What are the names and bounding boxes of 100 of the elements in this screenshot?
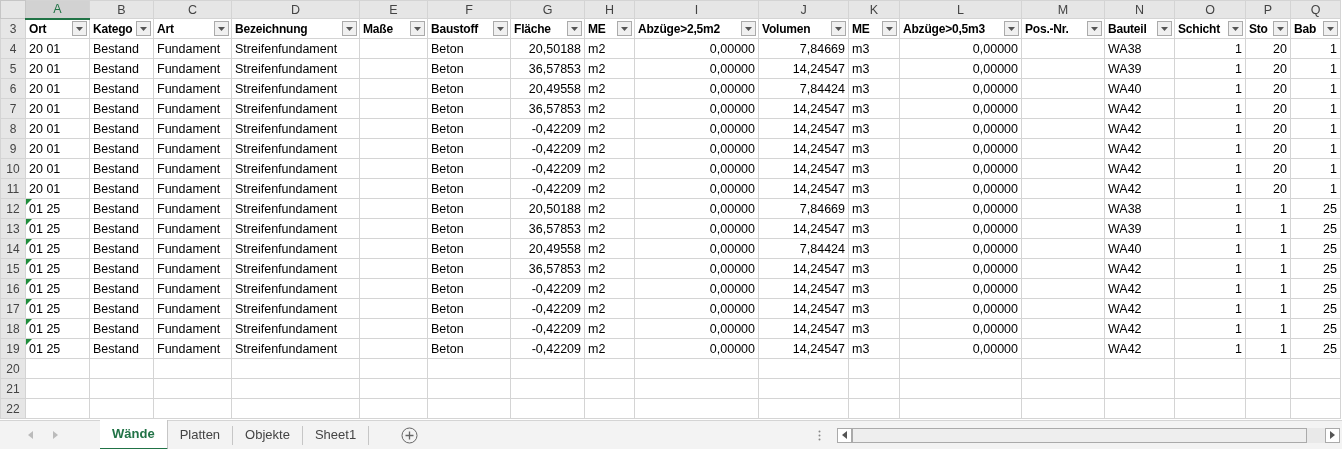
table-cell: Fundament [157, 121, 221, 136]
table-cell: m3 [852, 41, 870, 56]
add-sheet-icon[interactable] [401, 426, 419, 444]
column-header[interactable]: M [1021, 0, 1105, 19]
column-header[interactable]: K [848, 0, 900, 19]
error-indicator-icon[interactable] [26, 199, 32, 205]
column-header[interactable]: L [899, 0, 1022, 19]
error-indicator-icon[interactable] [26, 239, 32, 245]
column-header[interactable]: A [25, 0, 90, 19]
filter-dropdown-button[interactable] [1228, 21, 1243, 36]
table-cell: m2 [588, 41, 606, 56]
filter-dropdown-button[interactable] [342, 21, 357, 36]
table-cell: 0,00000 [709, 41, 755, 56]
sheet-tab[interactable]: Objekte [233, 425, 303, 445]
filter-dropdown-button[interactable] [831, 21, 846, 36]
scroll-left-button[interactable] [837, 427, 853, 443]
row-header[interactable]: 10 [0, 158, 26, 179]
filter-dropdown-button[interactable] [1004, 21, 1019, 36]
table-cell: Beton [431, 121, 464, 136]
row-header[interactable]: 3 [0, 18, 26, 39]
error-indicator-icon[interactable] [26, 259, 32, 265]
column-header[interactable]: P [1245, 0, 1291, 19]
filter-dropdown-button[interactable] [567, 21, 582, 36]
error-indicator-icon[interactable] [26, 219, 32, 225]
table-cell: Beton [431, 341, 464, 356]
scrollbar-thumb[interactable] [852, 427, 1308, 443]
column-header[interactable]: B [89, 0, 154, 19]
table-cell: 01 25 [29, 281, 61, 296]
table-cell: 20,49558 [528, 241, 581, 256]
column-header[interactable]: Q [1290, 0, 1341, 19]
row-header[interactable]: 21 [0, 378, 26, 399]
filter-dropdown-button[interactable] [1323, 21, 1338, 36]
table-cell: 25 [1323, 321, 1337, 336]
row-header[interactable]: 9 [0, 138, 26, 159]
table-cell: WA42 [1108, 181, 1142, 196]
scroll-right-button[interactable] [1325, 427, 1340, 443]
row-header[interactable]: 4 [0, 38, 26, 59]
row-header[interactable]: 12 [0, 198, 26, 219]
table-cell: 14,24547 [792, 301, 845, 316]
row-header[interactable]: 11 [0, 178, 26, 199]
filter-dropdown-button[interactable] [1157, 21, 1172, 36]
filter-dropdown-button[interactable] [1087, 21, 1102, 36]
table-cell: 14,24547 [792, 121, 845, 136]
column-header[interactable]: E [359, 0, 428, 19]
row-header[interactable]: 14 [0, 238, 26, 259]
column-header[interactable]: J [758, 0, 849, 19]
row-header[interactable]: 20 [0, 358, 26, 379]
filter-dropdown-button[interactable] [617, 21, 632, 36]
row-header[interactable]: 8 [0, 118, 26, 139]
error-indicator-icon[interactable] [26, 299, 32, 305]
table-cell: 0,00000 [709, 261, 755, 276]
row-header[interactable]: 7 [0, 98, 26, 119]
sheet-tab[interactable]: Platten [167, 425, 234, 445]
error-indicator-icon[interactable] [26, 319, 32, 325]
table-cell: 01 25 [29, 341, 61, 356]
row-header[interactable]: 16 [0, 278, 26, 299]
error-indicator-icon[interactable] [26, 279, 32, 285]
column-header[interactable]: O [1174, 0, 1246, 19]
row-header[interactable]: 18 [0, 318, 26, 339]
row-header[interactable]: 19 [0, 338, 26, 359]
error-indicator-icon[interactable] [26, 339, 32, 345]
table-cell: Beton [431, 161, 464, 176]
filter-dropdown-button[interactable] [72, 21, 87, 37]
filter-dropdown-button[interactable] [493, 21, 508, 36]
filter-dropdown-button[interactable] [882, 21, 897, 36]
filter-dropdown-button[interactable] [136, 21, 151, 36]
table-cell: Fundament [157, 181, 221, 196]
column-header[interactable]: I [634, 0, 759, 19]
column-header[interactable]: C [153, 0, 232, 19]
row-header[interactable]: 5 [0, 58, 26, 79]
row-header[interactable]: 13 [0, 218, 26, 239]
table-cell: 1 [1280, 221, 1287, 236]
table-cell: Fundament [157, 241, 221, 256]
table-cell: 1 [1330, 141, 1337, 156]
row-header[interactable]: 15 [0, 258, 26, 279]
filter-dropdown-button[interactable] [410, 21, 425, 36]
table-cell: Beton [431, 201, 464, 216]
column-header[interactable]: H [584, 0, 635, 19]
filter-dropdown-button[interactable] [741, 21, 756, 36]
table-cell: Fundament [157, 341, 221, 356]
column-header[interactable]: D [231, 0, 360, 19]
table-cell: Streifenfundament [235, 101, 338, 116]
table-cell: m2 [588, 121, 606, 136]
row-header[interactable]: 6 [0, 78, 26, 99]
filter-dropdown-button[interactable] [1273, 21, 1288, 36]
table-cell: Fundament [157, 101, 221, 116]
sheet-tab[interactable]: Sheet1 [302, 425, 370, 445]
table-cell: 1 [1235, 81, 1242, 96]
column-header[interactable]: F [427, 0, 511, 19]
row-header[interactable]: 22 [0, 398, 26, 419]
column-header[interactable]: G [510, 0, 585, 19]
table-cell: Beton [431, 141, 464, 156]
table-cell: 0,00000 [709, 301, 755, 316]
column-header[interactable]: N [1104, 0, 1175, 19]
sheet-tab[interactable]: Wände [100, 419, 168, 449]
row-header[interactable]: 17 [0, 298, 26, 319]
filter-dropdown-button[interactable] [214, 21, 229, 36]
table-cell: Streifenfundament [235, 201, 338, 216]
table-cell: 0,00000 [709, 61, 755, 76]
splitter-handle-icon[interactable] [818, 429, 822, 441]
